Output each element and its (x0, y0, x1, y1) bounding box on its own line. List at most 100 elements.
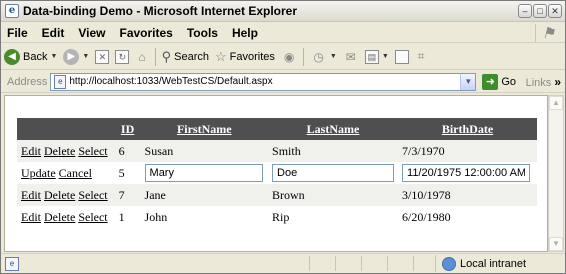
scroll-up-button[interactable]: ▲ (549, 96, 563, 110)
status-divider (413, 256, 414, 271)
research-icon: ⌗ (417, 49, 425, 63)
cell-firstname: John (144, 209, 168, 224)
cancel-link[interactable]: Cancel (59, 166, 92, 180)
header-lastname[interactable]: LastName (268, 118, 399, 140)
address-input[interactable]: e http://localhost:1033/WebTestCS/Defaul… (50, 72, 477, 91)
status-divider (335, 256, 336, 271)
home-button[interactable]: ⌂ (132, 46, 151, 68)
home-icon: ⌂ (138, 49, 146, 64)
print-dropdown-icon[interactable]: ▼ (382, 53, 389, 60)
delete-link[interactable]: Delete (44, 188, 75, 202)
media-button[interactable]: ◉ (278, 46, 300, 68)
mail-button[interactable]: ✉ (340, 46, 362, 68)
history-dropdown-icon[interactable]: ▼ (330, 53, 337, 60)
row-commands: Edit Delete Select (17, 140, 115, 162)
globe-icon (442, 256, 456, 271)
edit-link[interactable]: Edit (21, 188, 41, 202)
back-button[interactable]: ◀ Back ▼ (1, 46, 60, 68)
birthdate-input[interactable] (402, 164, 531, 182)
address-label: Address (7, 75, 48, 88)
forward-arrow-icon: ▶ (63, 48, 80, 65)
address-dropdown-button[interactable]: ▼ (460, 73, 476, 90)
header-firstname[interactable]: FirstName (140, 118, 269, 140)
grid-header-row: ID FirstName LastName BirthDate (17, 118, 537, 140)
row-commands: Edit Delete Select (17, 184, 115, 206)
minimize-button[interactable]: – (518, 4, 532, 18)
row-commands: Update Cancel (17, 162, 115, 184)
table-row-editing: Update Cancel 5 (17, 162, 537, 184)
print-icon: ▤ (364, 49, 379, 64)
print-button[interactable]: ▤ ▼ (362, 46, 392, 68)
select-link[interactable]: Select (78, 188, 107, 202)
vertical-scrollbar[interactable]: ▲ ▼ (548, 95, 564, 252)
close-button[interactable]: ✕ (548, 4, 562, 18)
update-link[interactable]: Update (21, 166, 56, 180)
lastname-input[interactable] (272, 164, 395, 182)
ie-page-icon: e (5, 4, 19, 18)
menu-favorites[interactable]: Favorites (112, 26, 179, 40)
toolbar-separator (154, 47, 156, 66)
back-arrow-icon: ◀ (4, 48, 20, 65)
menu-bar: File Edit View Favorites Tools Help ⚑ (1, 23, 565, 43)
page-icon: e (54, 74, 67, 89)
firstname-input[interactable] (144, 164, 263, 182)
cell-lastname: Brown (272, 187, 305, 202)
stop-icon: ✕ (95, 49, 110, 64)
edit-page-button[interactable] (392, 46, 412, 68)
cell-firstname-edit (141, 162, 268, 184)
search-icon: ⚲ (161, 48, 172, 64)
search-button[interactable]: ⚲ Search (159, 46, 212, 68)
window-title: Data-binding Demo - Microsoft Internet E… (23, 4, 298, 18)
go-arrow-icon: ➜ (482, 73, 499, 90)
scroll-down-button[interactable]: ▼ (549, 237, 563, 251)
status-bar: e Local intranet (1, 253, 565, 273)
cell-birthdate-edit (398, 162, 537, 184)
cell-id: 1 (118, 209, 125, 224)
menu-help[interactable]: Help (225, 26, 265, 40)
security-zone[interactable]: Local intranet (435, 255, 560, 272)
table-row: Edit Delete Select 1 John Rip 6/20/1980 (17, 206, 537, 228)
menu-tools[interactable]: Tools (180, 26, 225, 40)
delete-link[interactable]: Delete (44, 144, 75, 158)
search-label: Search (174, 50, 209, 63)
header-commands (17, 118, 115, 140)
research-button[interactable]: ⌗ (412, 46, 431, 68)
cell-firstname: Susan (144, 143, 174, 158)
favorites-button[interactable]: ☆ Favorites (212, 46, 278, 68)
toolbar: ◀ Back ▼ ▶ ▼ ✕ ↻ ⌂ ⚲ Search ☆ Favorites … (1, 44, 565, 70)
status-divider (309, 256, 310, 271)
stop-button[interactable]: ✕ (92, 46, 112, 68)
cell-id: 5 (118, 165, 125, 180)
media-icon: ◉ (283, 49, 295, 64)
select-link[interactable]: Select (78, 210, 107, 224)
address-url[interactable]: http://localhost:1033/WebTestCS/Default.… (69, 76, 272, 87)
zone-label: Local intranet (460, 257, 527, 270)
history-button[interactable]: ◷ ▼ (307, 46, 339, 68)
cell-id: 6 (118, 143, 125, 158)
refresh-button[interactable]: ↻ (112, 46, 132, 68)
menu-edit[interactable]: Edit (35, 26, 72, 40)
go-button[interactable]: ➜ Go (482, 73, 516, 90)
menu-view[interactable]: View (71, 26, 112, 40)
table-row: Edit Delete Select 6 Susan Smith 7/3/1970 (17, 140, 537, 162)
links-toolbar[interactable]: Links» (526, 75, 561, 89)
page-icon: e (5, 256, 19, 271)
cell-birthdate: 3/10/1978 (402, 187, 451, 202)
delete-link[interactable]: Delete (44, 210, 75, 224)
select-link[interactable]: Select (78, 144, 107, 158)
row-commands: Edit Delete Select (17, 206, 115, 228)
edit-icon (394, 49, 409, 64)
edit-link[interactable]: Edit (21, 144, 41, 158)
back-dropdown-icon[interactable]: ▼ (50, 53, 57, 60)
cell-firstname: Jane (144, 187, 166, 202)
forward-button[interactable]: ▶ ▼ (60, 46, 92, 68)
header-id[interactable]: ID (114, 118, 141, 140)
window-controls: – □ ✕ (518, 4, 562, 18)
edit-link[interactable]: Edit (21, 210, 41, 224)
menu-file[interactable]: File (1, 26, 35, 40)
maximize-button[interactable]: □ (533, 4, 547, 18)
header-birthdate[interactable]: BirthDate (398, 118, 537, 140)
forward-dropdown-icon[interactable]: ▼ (82, 53, 89, 60)
windows-logo-icon: ⚑ (535, 24, 561, 42)
title-bar: e Data-binding Demo - Microsoft Internet… (1, 1, 565, 22)
